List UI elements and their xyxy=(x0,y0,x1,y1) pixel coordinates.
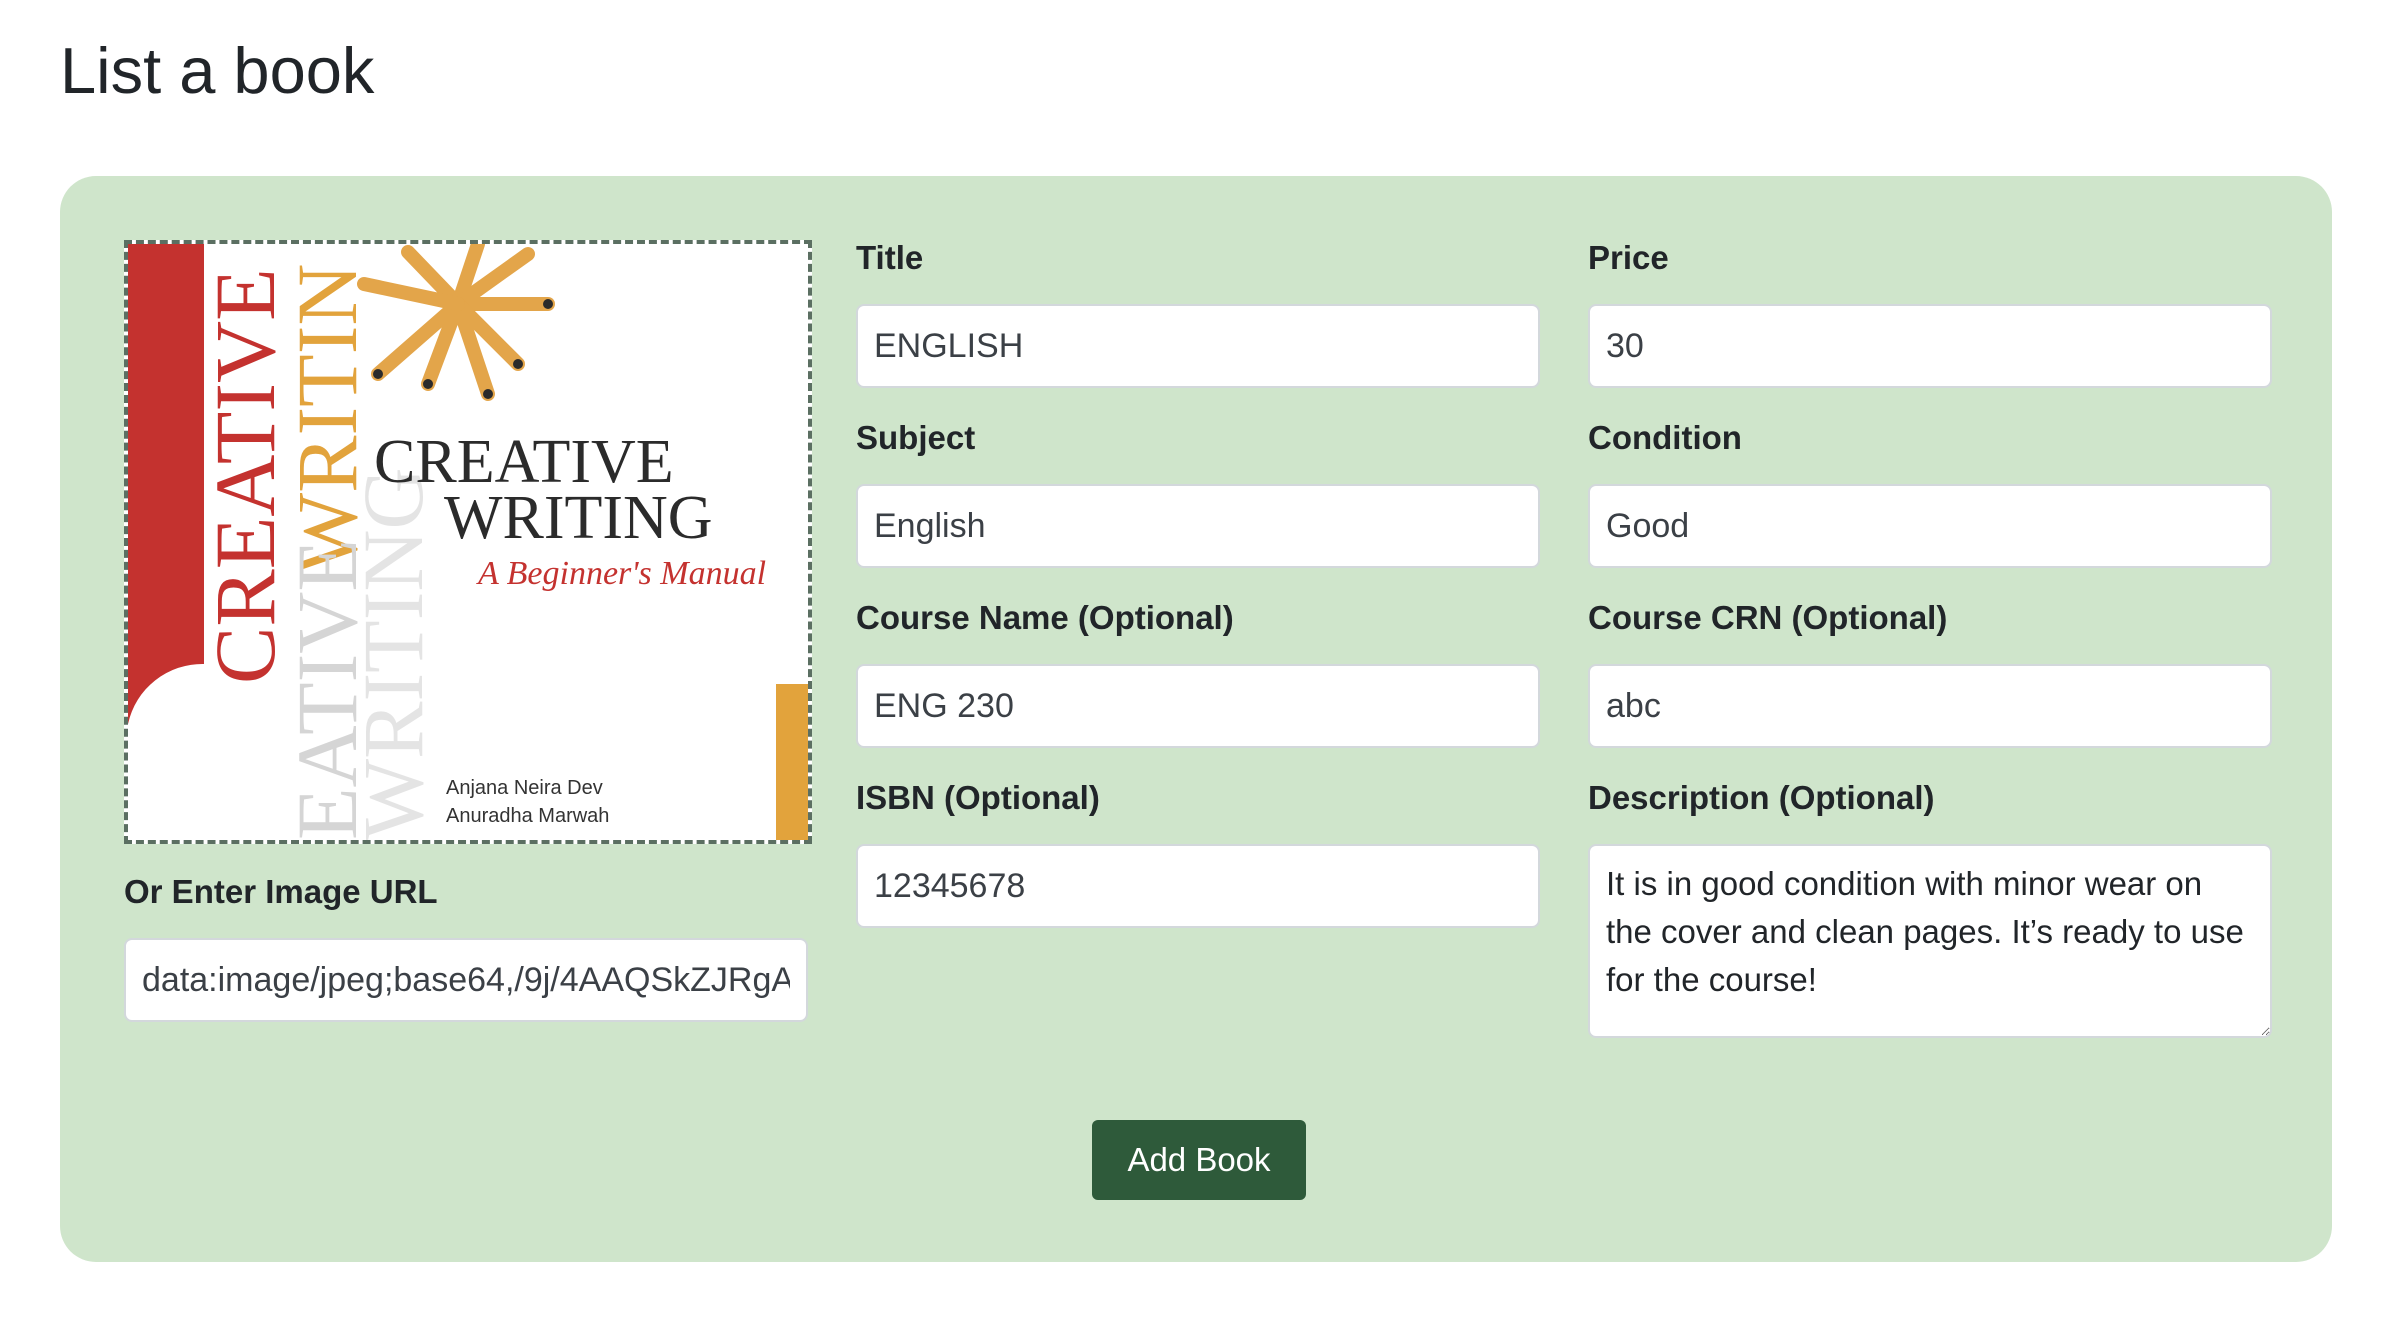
condition-label: Condition xyxy=(1588,419,1742,456)
description-label: Description (Optional) xyxy=(1588,779,1935,816)
course-name-label: Course Name (Optional) xyxy=(856,599,1234,636)
cover-author-2: Anuradha Marwah xyxy=(446,805,609,827)
list-book-form: CREATIVE WRITIN EATIVE WRITING CREATIVE … xyxy=(60,176,2332,1262)
course-crn-input[interactable] xyxy=(1588,664,2272,748)
title-label: Title xyxy=(856,239,924,276)
subject-input[interactable] xyxy=(856,484,1540,568)
title-input[interactable] xyxy=(856,304,1540,388)
pencils-illustration xyxy=(357,244,555,401)
course-name-input[interactable] xyxy=(856,664,1540,748)
isbn-label: ISBN (Optional) xyxy=(856,779,1100,816)
price-input[interactable] xyxy=(1588,304,2272,388)
image-url-input[interactable] xyxy=(124,938,808,1022)
book-cover-preview[interactable]: CREATIVE WRITIN EATIVE WRITING CREATIVE … xyxy=(124,240,812,844)
subject-label: Subject xyxy=(856,419,976,456)
page-title: List a book xyxy=(60,34,375,107)
cover-vertical-writing-grey: WRITING xyxy=(345,467,441,840)
price-label: Price xyxy=(1588,239,1669,276)
cover-author-1: Anjana Neira Dev xyxy=(446,777,603,799)
cover-gold-bar xyxy=(776,684,808,840)
cover-subtitle: A Beginner's Manual xyxy=(476,555,766,592)
image-url-label: Or Enter Image URL xyxy=(124,873,438,910)
condition-input[interactable] xyxy=(1588,484,2272,568)
cover-red-band xyxy=(128,244,204,724)
isbn-input[interactable] xyxy=(856,844,1540,928)
cover-title-line2: WRITING xyxy=(444,484,713,552)
course-crn-label: Course CRN (Optional) xyxy=(1588,599,1948,636)
add-book-button[interactable]: Add Book xyxy=(1092,1120,1306,1200)
description-textarea[interactable]: It is in good condition with minor wear … xyxy=(1588,844,2272,1038)
